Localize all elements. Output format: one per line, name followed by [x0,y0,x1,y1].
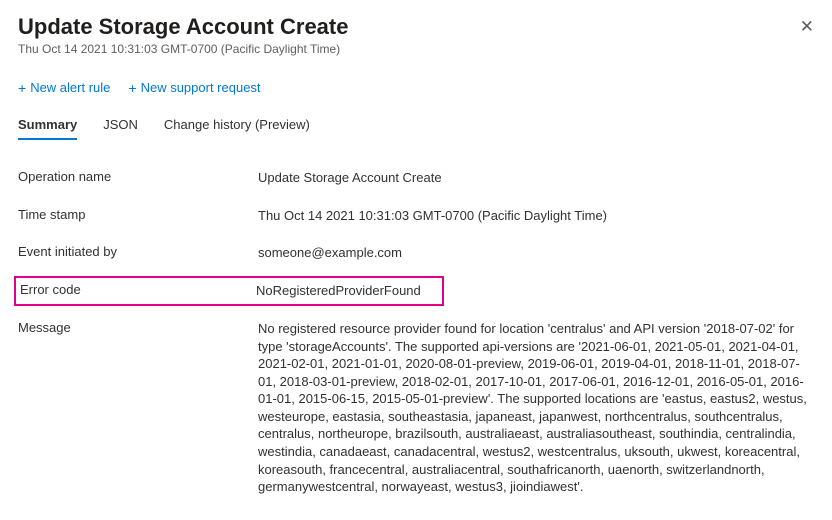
plus-icon: + [18,81,26,95]
label-time-stamp: Time stamp [18,207,258,222]
plus-icon: + [128,81,136,95]
row-message: Message No registered resource provider … [18,310,814,505]
row-event-initiated-by: Event initiated by someone@example.com [18,234,814,272]
value-event-initiated-by: someone@example.com [258,244,814,262]
label-operation-name: Operation name [18,169,258,184]
label-message: Message [18,320,258,335]
panel-header: Update Storage Account Create Thu Oct 14… [18,14,814,56]
error-code-highlight: Error code NoRegisteredProviderFound [14,276,444,307]
row-error-code: Error code NoRegisteredProviderFound [18,272,814,311]
label-error-code: Error code [20,282,256,300]
new-support-label: New support request [141,80,261,95]
action-bar: + New alert rule + New support request [18,80,814,95]
details-panel: Operation name Update Storage Account Cr… [18,159,814,506]
new-support-request-button[interactable]: + New support request [128,80,260,95]
close-icon[interactable]: ✕ [800,18,814,35]
tab-json[interactable]: JSON [103,117,138,140]
row-time-stamp: Time stamp Thu Oct 14 2021 10:31:03 GMT-… [18,197,814,235]
tab-change-history[interactable]: Change history (Preview) [164,117,310,140]
tab-bar: Summary JSON Change history (Preview) [18,117,814,141]
value-operation-name: Update Storage Account Create [258,169,814,187]
page-title: Update Storage Account Create [18,14,814,40]
new-alert-label: New alert rule [30,80,110,95]
row-operation-name: Operation name Update Storage Account Cr… [18,159,814,197]
new-alert-rule-button[interactable]: + New alert rule [18,80,110,95]
value-error-code: NoRegisteredProviderFound [256,282,434,300]
value-time-stamp: Thu Oct 14 2021 10:31:03 GMT-0700 (Pacif… [258,207,814,225]
value-message: No registered resource provider found fo… [258,320,814,495]
label-event-initiated-by: Event initiated by [18,244,258,259]
header-timestamp: Thu Oct 14 2021 10:31:03 GMT-0700 (Pacif… [18,42,814,56]
tab-summary[interactable]: Summary [18,117,77,140]
